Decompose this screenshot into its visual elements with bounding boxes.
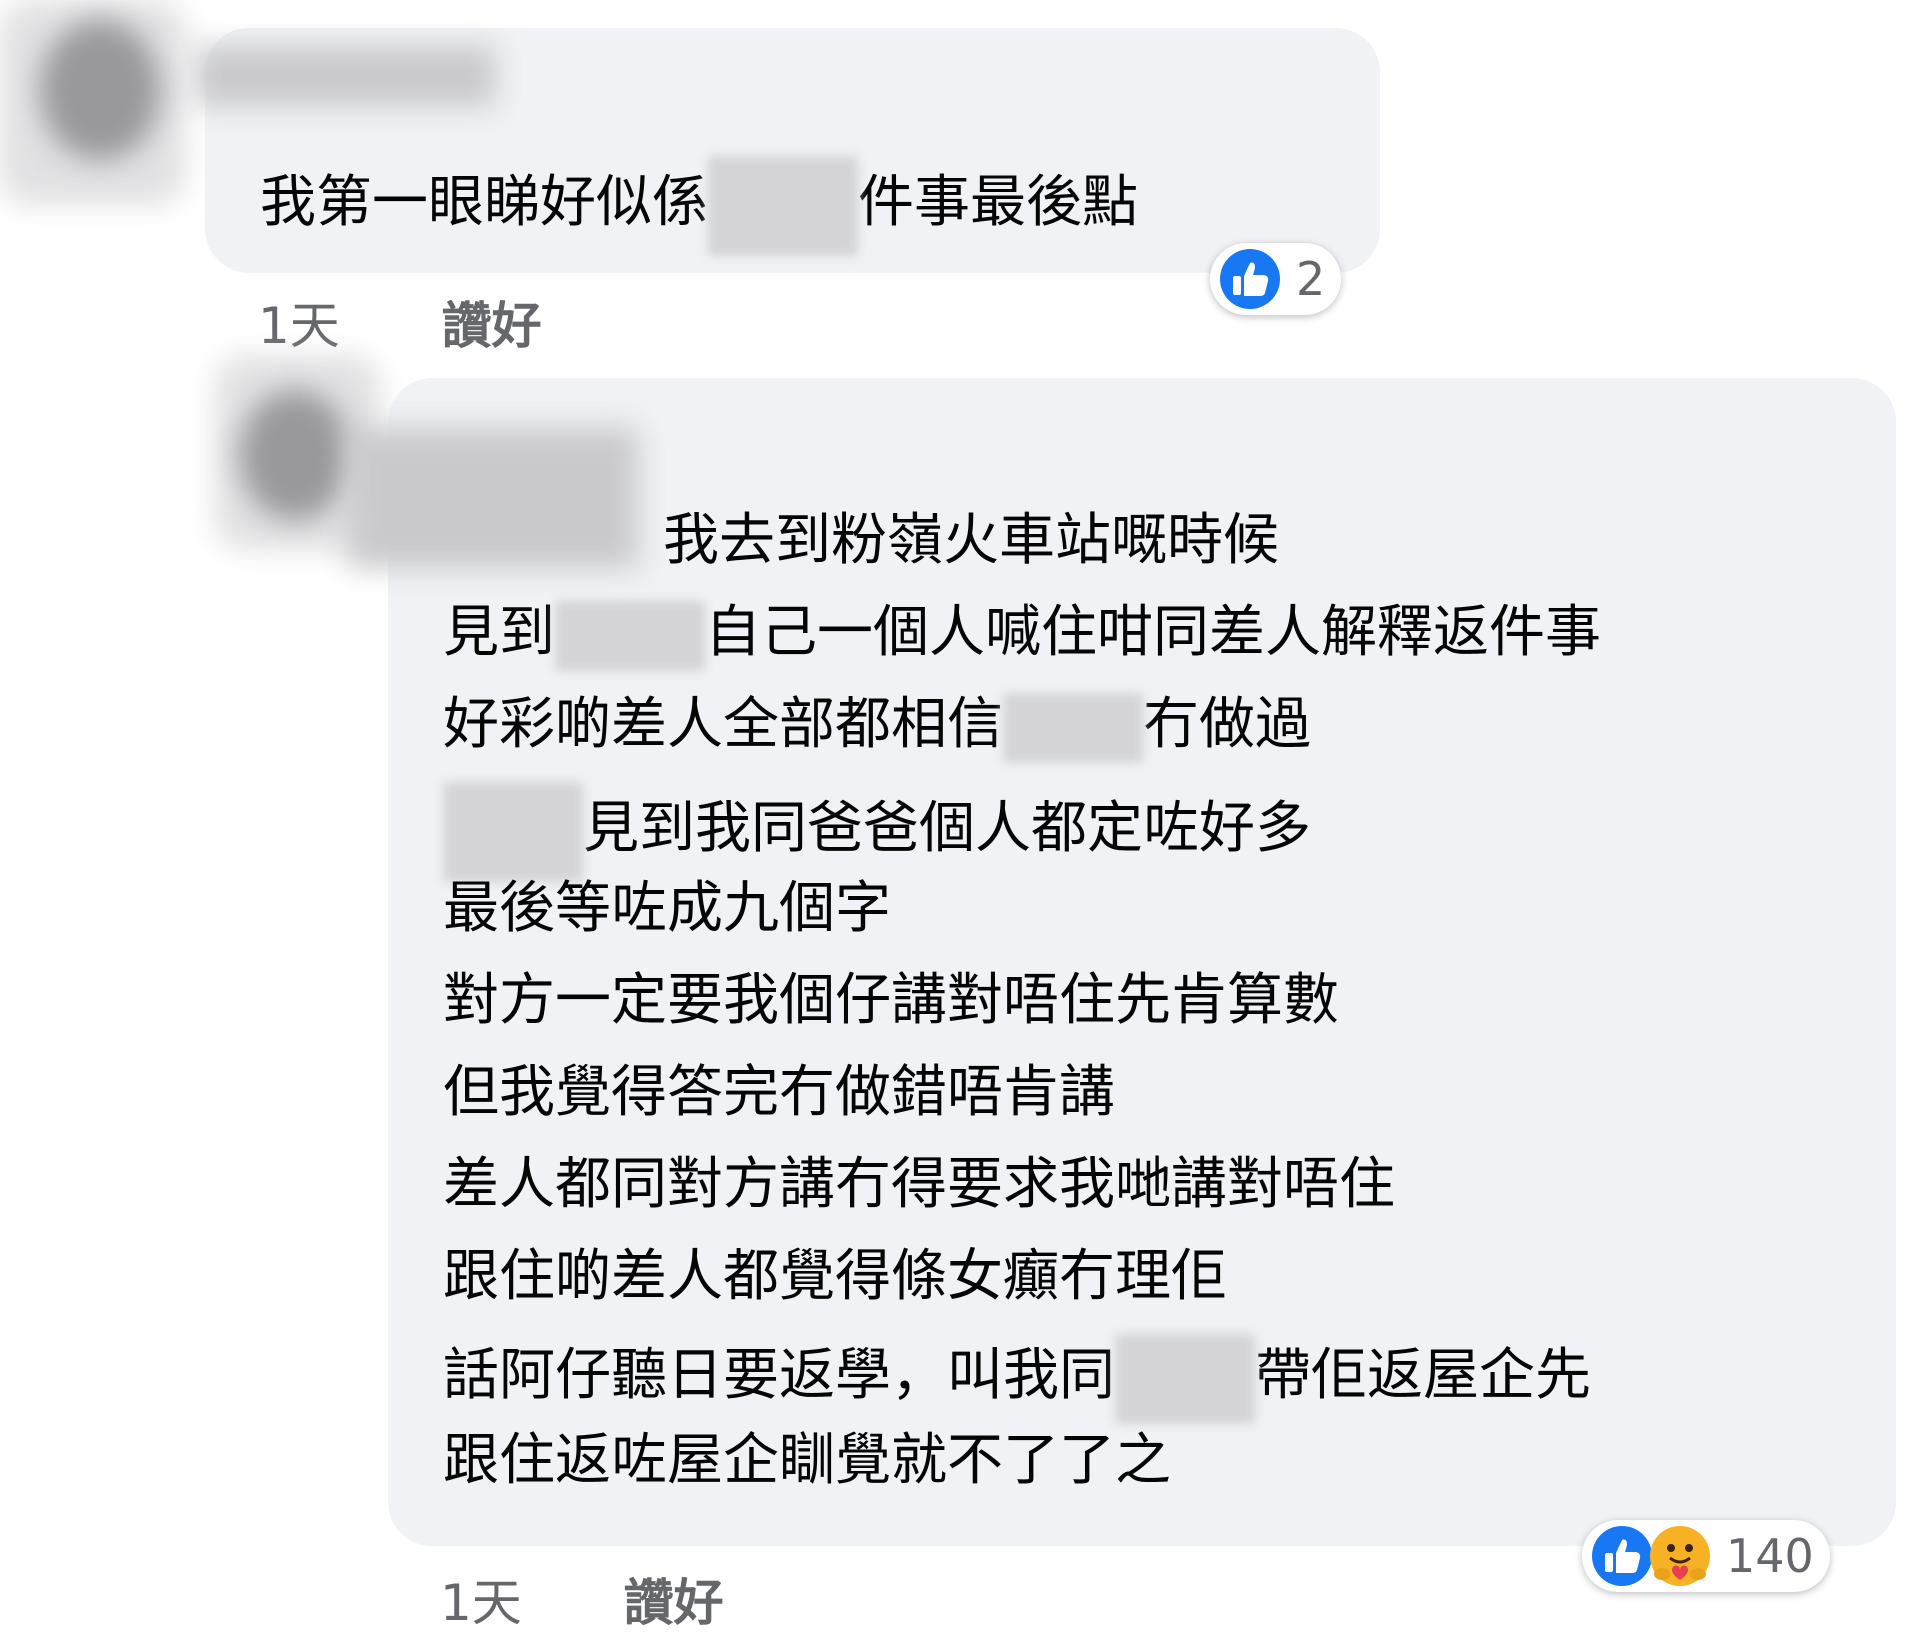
comment-text-line: 話阿仔聽日要返學，叫我同 帶佢返屋企先 [443,1334,1591,1424]
reaction-count: 140 [1726,1529,1814,1583]
care-icon [1648,1524,1712,1588]
comment-text-segment: 冇做過 [1143,692,1311,757]
comment-text-segment: 最後等咗成九個字 [443,876,891,941]
timestamp[interactable]: 1天 [258,297,340,355]
reaction-count: 2 [1296,252,1326,306]
like-icon [1590,1524,1654,1588]
comment-text-segment: 帶佢返屋企先 [1255,1343,1591,1409]
commenter-name[interactable] [195,46,495,106]
comment-text-segment: 自己一個人喊住咁同差人解釋返件事 [705,600,1601,665]
comment-text-line: 對方一定要我個仔講對唔住先肯算數 [443,966,1339,1036]
commenter-name[interactable] [348,428,638,568]
comment-text-segment: 但我覺得答完冇做錯唔肯講 [443,1060,1115,1125]
comment-text-segment: 好彩啲差人全部都相信 [443,692,1003,757]
redacted-name [555,600,705,671]
like-button[interactable]: 讚好 [624,1574,724,1632]
comment-text-segment: 見到我同爸爸個人都定咗好多 [583,796,1311,862]
timestamp[interactable]: 1天 [440,1574,522,1632]
comment-meta: 1天 讚好 [258,286,542,358]
comment-text-segment: 件事最後點 [858,170,1138,236]
comment-text-segment: 我第一眼睇好似係 [260,170,708,236]
comment-text-segment: 我去到粉嶺火車站嘅時候 [663,508,1279,573]
avatar-halo [0,0,185,205]
comment-text-line: 最後等咗成九個字 [443,874,891,944]
comment-text-line: 好彩啲差人全部都相信 冇做過 [443,690,1311,763]
like-icon [1218,247,1282,311]
comment-meta: 1天 讚好 [440,1563,724,1635]
redacted-name [708,156,858,256]
redacted-name [443,782,583,882]
redacted-name [1003,692,1143,763]
comment-bubble: 我第一眼睇好似係 件事最後點 [195,28,1380,273]
comment-text: 我第一眼睇好似係 件事最後點 [260,156,1138,256]
comment-text-line: 但我覺得答完冇做錯唔肯講 [443,1058,1115,1128]
comment-bubble: 我去到粉嶺火車站嘅時候 見到 自己一個人喊住咁同差人解釋返件事 好彩啲差人全部都相… [348,378,1896,1546]
comment-text-segment: 跟住啲差人都覺得條女癲冇理佢 [443,1244,1227,1309]
comment-text-segment: 話阿仔聽日要返學，叫我同 [443,1343,1115,1409]
comment-text-line: 見到我同爸爸個人都定咗好多 [443,782,1311,882]
reaction-summary[interactable]: 2 [1210,243,1342,315]
redacted-name [1115,1334,1255,1424]
comment-text-line: 跟住返咗屋企瞓覺就不了了之 [443,1426,1171,1496]
comment-text-line: 差人都同對方講冇得要求我哋講對唔住 [443,1150,1395,1220]
like-button[interactable]: 讚好 [442,297,542,355]
comment-text-line: 跟住啲差人都覺得條女癲冇理佢 [443,1242,1227,1312]
comment-text-segment: 跟住返咗屋企瞓覺就不了了之 [443,1428,1171,1493]
comment-text-line: 我去到粉嶺火車站嘅時候 [663,506,1279,576]
comment-text-segment: 對方一定要我個仔講對唔住先肯算數 [443,968,1339,1033]
reaction-summary[interactable]: 140 [1582,1520,1830,1592]
comment-text-line: 見到 自己一個人喊住咁同差人解釋返件事 [443,598,1601,671]
comment-text-segment: 見到 [443,600,555,665]
comment-text-segment: 差人都同對方講冇得要求我哋講對唔住 [443,1152,1395,1217]
